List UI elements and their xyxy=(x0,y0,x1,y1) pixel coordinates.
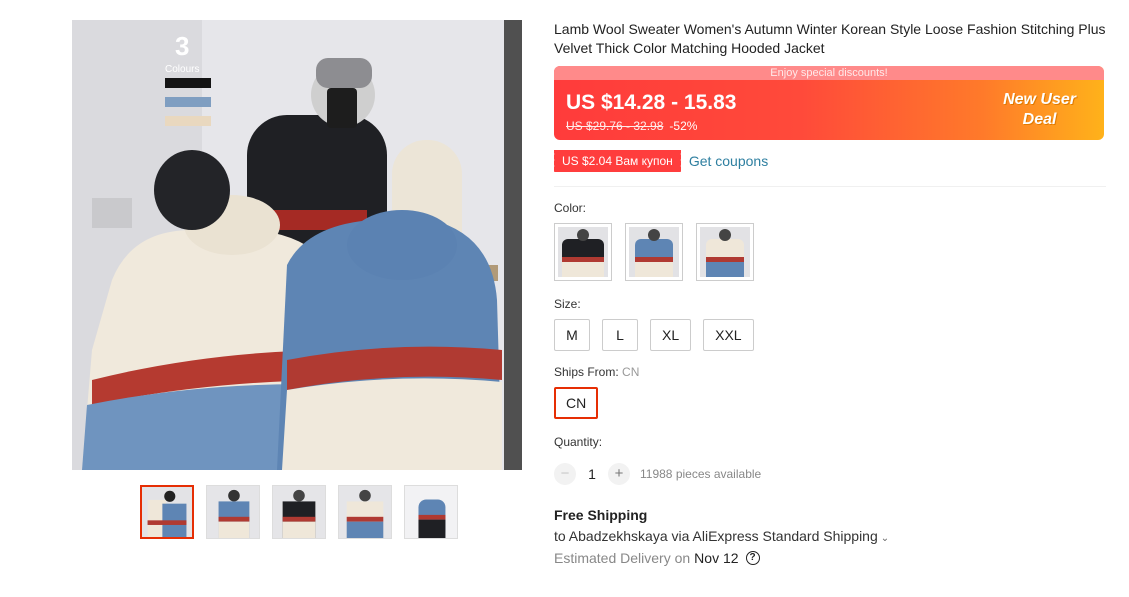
size-option-xl[interactable]: XL xyxy=(650,319,692,351)
size-option-xxl[interactable]: XXL xyxy=(703,319,754,351)
discount-percent: -52% xyxy=(669,119,698,133)
color-swatches xyxy=(554,223,1106,281)
delivery-date: Nov 12 xyxy=(694,550,739,566)
chevron-down-icon[interactable]: ⌄ xyxy=(881,533,889,544)
thumbnail-3[interactable] xyxy=(272,485,326,539)
color-label: Color: xyxy=(554,201,587,215)
ships-from-option-cn[interactable]: CN xyxy=(554,387,599,419)
delivery-label: Estimated Delivery on xyxy=(554,550,691,566)
quantity-minus-button[interactable]: − xyxy=(554,463,576,485)
quantity-value[interactable]: 1 xyxy=(576,466,608,482)
free-shipping-title: Free Shipping xyxy=(554,507,648,523)
size-option-m[interactable]: M xyxy=(554,319,590,351)
color-swatch-beige[interactable] xyxy=(696,223,754,281)
price-banner: Enjoy special discounts! US $14.28 - 15.… xyxy=(554,66,1104,140)
current-price: US $14.28 - 15.83 xyxy=(566,91,737,114)
ships-from-label: Ships From: CN xyxy=(554,365,1106,379)
deal-line-1: New User xyxy=(1003,91,1076,108)
get-coupons-link[interactable]: Get coupons xyxy=(689,153,768,169)
original-price: US $29.76 - 32.98 xyxy=(566,119,664,133)
size-options: M L XL XXL xyxy=(554,319,1106,351)
pieces-available: 11988 pieces available xyxy=(640,467,762,481)
quantity-stepper: − 1 + 11988 pieces available xyxy=(554,463,1106,485)
divider xyxy=(554,186,1106,187)
quantity-plus-button[interactable]: + xyxy=(608,463,630,485)
shipping-method-text: to Abadzekhskaya via AliExpress Standard… xyxy=(554,528,878,544)
size-label: Size: xyxy=(554,297,581,311)
product-title: Lamb Wool Sweater Women's Autumn Winter … xyxy=(554,21,1106,56)
thumbnail-2[interactable] xyxy=(206,485,260,539)
size-option-l[interactable]: L xyxy=(602,319,638,351)
thumbnail-1[interactable] xyxy=(140,485,194,539)
main-product-image[interactable]: 3 Colours xyxy=(72,20,522,470)
coupon-tag[interactable]: US $2.04 Вам купон xyxy=(552,150,681,172)
colors-overlay-label: Colours xyxy=(165,64,199,75)
thumbnail-4[interactable] xyxy=(338,485,392,539)
new-user-deal-badge: New User Deal xyxy=(1003,90,1076,130)
product-info: Lamb Wool Sweater Women's Autumn Winter … xyxy=(552,20,1106,566)
colors-overlay-number: 3 xyxy=(175,31,189,61)
quantity-label: Quantity: xyxy=(554,435,603,449)
thumbnail-5[interactable] xyxy=(404,485,458,539)
coupon-row: US $2.04 Вам купон Get coupons xyxy=(552,150,1106,172)
thumbnail-strip xyxy=(140,485,458,539)
deal-line-2: Deal xyxy=(1022,111,1057,128)
ships-from-options: CN xyxy=(554,387,1106,419)
ships-from-text: Ships From: xyxy=(554,365,619,379)
banner-promo-text: Enjoy special discounts! xyxy=(554,66,1104,80)
ships-from-value: CN xyxy=(622,365,640,379)
color-swatch-blue[interactable] xyxy=(625,223,683,281)
help-icon[interactable]: ? xyxy=(745,551,760,565)
original-price-row: US $29.76 - 32.98 -52% xyxy=(566,119,697,133)
color-swatch-black[interactable] xyxy=(554,223,612,281)
shipping-method[interactable]: to Abadzekhskaya via AliExpress Standard… xyxy=(554,528,1106,544)
estimated-delivery: Estimated Delivery on Nov 12 ? xyxy=(554,550,1106,566)
